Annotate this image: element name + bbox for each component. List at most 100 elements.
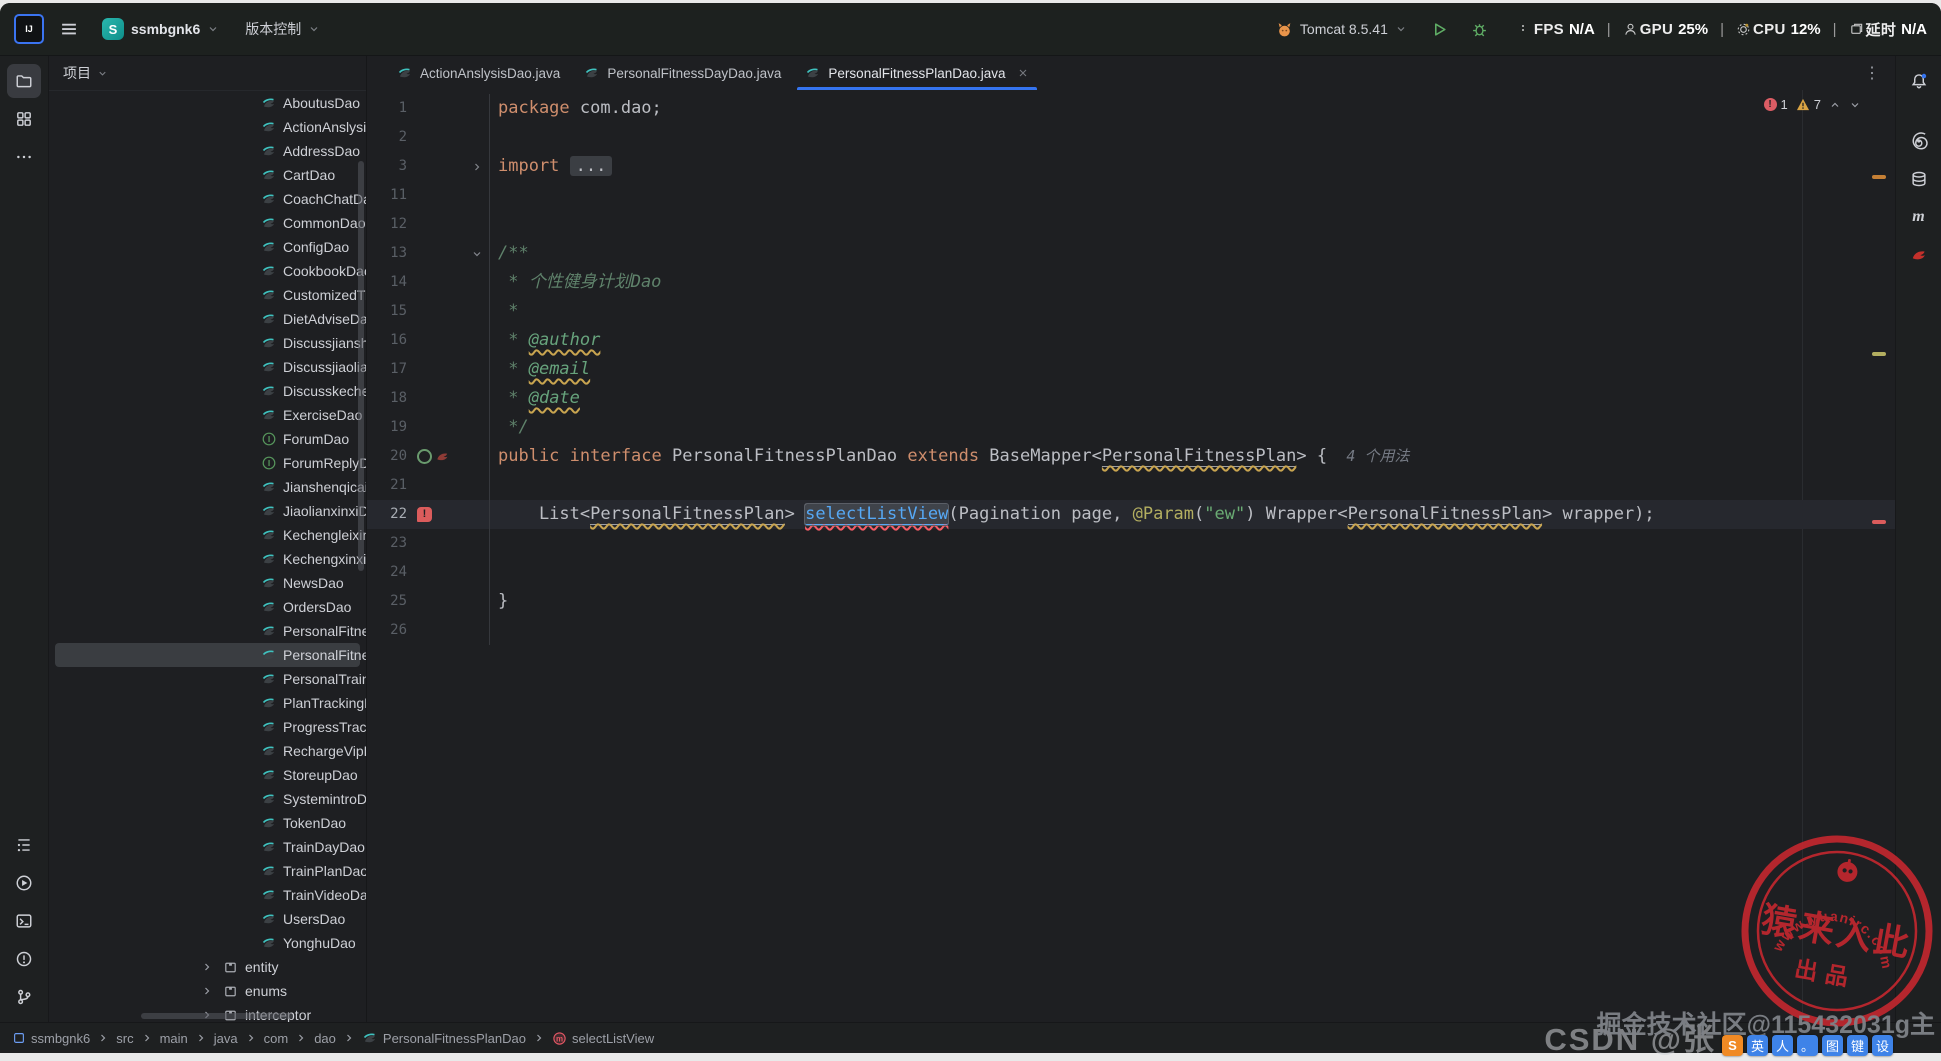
code-line[interactable]: 14 * 个性健身计划Dao [367, 268, 1895, 297]
tree-item[interactable]: TrainDayDao [55, 835, 365, 859]
code-line[interactable]: 25} [367, 587, 1895, 616]
structure-button[interactable] [7, 828, 41, 862]
tree-item[interactable]: DiscusskechengxinxiDao [55, 379, 366, 403]
tree-item[interactable]: CustomizedTrainPlanDao [55, 283, 366, 307]
fold-expanded-icon[interactable] [471, 248, 483, 260]
ellipsis-button[interactable] [7, 140, 41, 174]
terminal-button[interactable] [7, 904, 41, 938]
editor-tab[interactable]: ActionAnslysisDao.java [385, 56, 572, 90]
code-line[interactable]: 24 [367, 558, 1895, 587]
tree-item[interactable]: DietAdviseDao [55, 307, 366, 331]
prev-highlight-button[interactable] [1829, 99, 1841, 111]
tree-item[interactable]: PlanTrackingDao [55, 691, 366, 715]
code-line[interactable]: 20 public interface PersonalFitnessPlanDa… [367, 442, 1895, 471]
tree-item[interactable]: CoachChatDao [55, 187, 366, 211]
tree-item[interactable]: ActionAnslysisDao [55, 115, 366, 139]
tabs-more-icon[interactable]: ⋮ [1864, 56, 1881, 90]
code-line[interactable]: 19 */ [367, 413, 1895, 442]
squares-button[interactable] [7, 102, 41, 136]
tree-folder[interactable]: entity [55, 955, 360, 979]
main-menu-button[interactable] [54, 14, 84, 44]
breadcrumb-item[interactable]: src [116, 1031, 133, 1046]
tree-item[interactable]: JiaolianxinxiDao [55, 499, 366, 523]
mybatis-button[interactable] [1902, 238, 1936, 272]
error-gutter-icon[interactable]: ! [417, 507, 432, 522]
tree-item[interactable]: I ForumReplyDao [55, 451, 366, 475]
code-line[interactable]: 11 [367, 181, 1895, 210]
editor-tab[interactable]: PersonalFitnessPlanDao.java [793, 56, 1040, 90]
tree-item[interactable]: KechengxinxiDao [55, 547, 366, 571]
run-button[interactable] [7, 866, 41, 900]
problems-button[interactable] [7, 942, 41, 976]
editor-tab[interactable]: PersonalFitnessDayDao.java [572, 56, 793, 90]
code-line[interactable]: 21 [367, 471, 1895, 500]
tree-item[interactable]: ProgressTrackingDao [55, 715, 366, 739]
next-highlight-button[interactable] [1849, 99, 1861, 111]
breadcrumb-item[interactable]: m selectListView [552, 1031, 654, 1046]
breadcrumb-item[interactable]: PersonalFitnessPlanDao [362, 1030, 526, 1046]
tree-item[interactable]: KechengleixingDao [55, 523, 366, 547]
tree-item[interactable]: TrainVideoDao [55, 883, 366, 907]
breadcrumb-item[interactable]: com [264, 1031, 289, 1046]
breadcrumb-item[interactable]: main [160, 1031, 188, 1046]
code-line[interactable]: 18 * @date [367, 384, 1895, 413]
code-line[interactable]: 13 /** [367, 239, 1895, 268]
tree-item[interactable]: DiscussjianshenqicaiDao [55, 331, 366, 355]
tree-item[interactable]: ExerciseDao [55, 403, 362, 427]
project-widget[interactable]: S ssmbgnk6 [94, 14, 227, 44]
tree-item[interactable]: CookbookDao [55, 259, 366, 283]
tree-folder[interactable]: enums [55, 979, 360, 1003]
tree-item[interactable]: SystemintroDao [55, 787, 366, 811]
tree-item[interactable]: TrainPlanDao [55, 859, 366, 883]
run-configuration-widget[interactable]: Tomcat 8.5.41 [1268, 17, 1415, 42]
tree-item[interactable]: AboutusDao [55, 91, 360, 115]
tree-item[interactable]: PersonalFitnessDayDao [55, 619, 366, 643]
mybatis-gutter-icon[interactable] [435, 449, 450, 464]
tree-item[interactable]: PersonalTrainerDao [55, 667, 366, 691]
tree-item[interactable]: CommonDao [55, 211, 365, 235]
run-button[interactable] [1425, 14, 1455, 44]
tree-item[interactable]: RechargeVipRecordDao [55, 739, 366, 763]
tree-item[interactable]: OrdersDao [55, 595, 360, 619]
project-panel-header[interactable]: 项目 [49, 56, 366, 91]
breadcrumb-item[interactable]: ssmbgnk6 [12, 1031, 90, 1046]
tree-item[interactable]: UsersDao [55, 907, 360, 931]
git-branch-button[interactable] [7, 980, 41, 1014]
fold-collapsed-icon[interactable] [471, 161, 483, 173]
code-line[interactable]: 2 [367, 123, 1895, 152]
code-line[interactable]: 26 [367, 616, 1895, 645]
code-line[interactable]: 22! List<PersonalFitnessPlan> selectList… [367, 500, 1895, 529]
tree-item[interactable]: NewsDao [55, 571, 360, 595]
tree-item[interactable]: AddressDao [55, 139, 360, 163]
implementations-gutter-icon[interactable] [417, 449, 432, 464]
database-button[interactable] [1902, 162, 1936, 196]
ai-assistant-button[interactable] [1902, 124, 1936, 158]
tree-item[interactable]: ConfigDao [55, 235, 360, 259]
tree-item[interactable]: YonghuDao [55, 931, 360, 955]
inspections-widget[interactable]: ! 1 7 [1763, 97, 1861, 112]
code-line[interactable]: 15 * [367, 297, 1895, 326]
tree-item[interactable]: TokenDao [55, 811, 360, 835]
tree-item[interactable]: PersonalFitnessPlanDao [55, 643, 366, 667]
code-line[interactable]: 3 import ... [367, 152, 1895, 181]
folder-button[interactable] [7, 64, 41, 98]
code-line[interactable]: 1 package com.dao; [367, 94, 1895, 123]
maven-button[interactable]: m [1902, 200, 1936, 234]
breadcrumb-item[interactable]: java [214, 1031, 238, 1046]
notifications-button[interactable] [1902, 64, 1936, 98]
code-line[interactable]: 23 [367, 529, 1895, 558]
tree-item[interactable]: JianshenqicaiDao [55, 475, 366, 499]
code-line[interactable]: 17 * @email [367, 355, 1895, 384]
breadcrumb-item[interactable]: dao [314, 1031, 336, 1046]
tree-vertical-scrollbar[interactable] [358, 161, 364, 571]
code-editor[interactable]: 1 package com.dao; 2 3 import ... 11 12 13/** 14… [367, 90, 1895, 1022]
debug-button[interactable] [1465, 14, 1495, 44]
code-line[interactable]: 16 * @author [367, 326, 1895, 355]
close-icon[interactable] [1017, 67, 1029, 79]
vcs-widget[interactable]: 版本控制 [237, 15, 328, 43]
tree-horizontal-scrollbar[interactable] [141, 1013, 293, 1019]
tree-item[interactable]: CartDao [55, 163, 360, 187]
code-line[interactable]: 12 [367, 210, 1895, 239]
tree-item[interactable]: StoreupDao [55, 763, 360, 787]
tree-item[interactable]: DiscussjiaolianxinxiDao [55, 355, 366, 379]
